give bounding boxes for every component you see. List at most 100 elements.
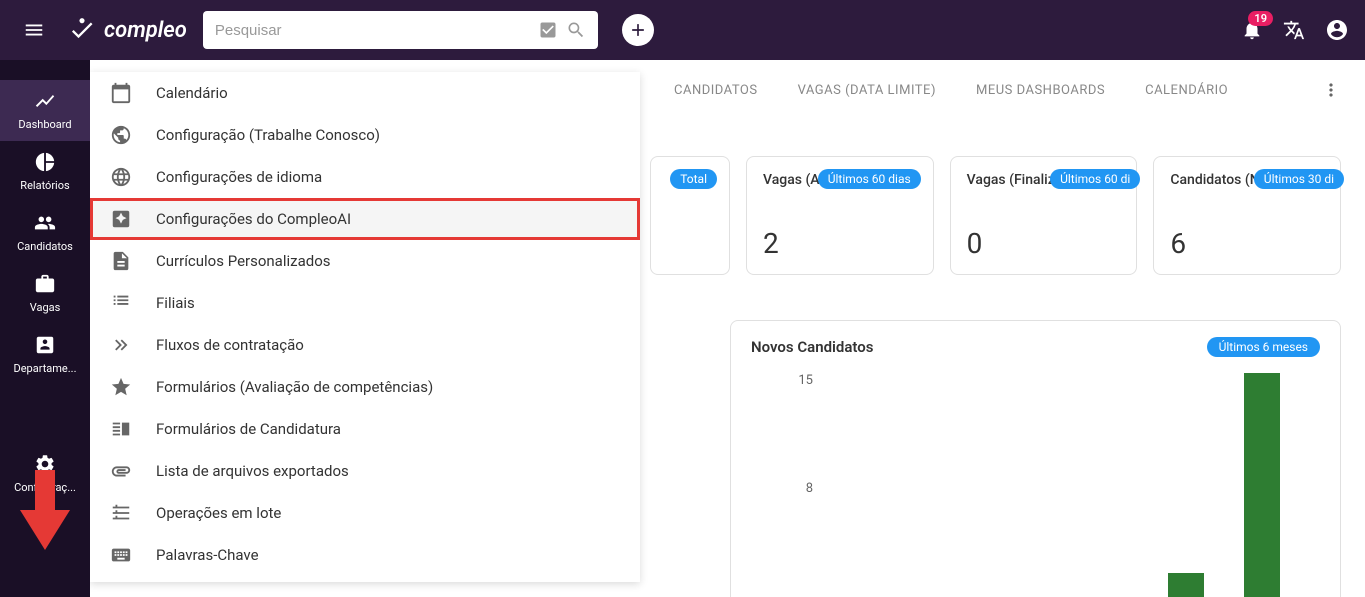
- sidebar-item-label: Departame...: [14, 362, 77, 375]
- menu-item[interactable]: Fluxos de contratação: [90, 324, 640, 366]
- menu-item-label: Filiais: [156, 294, 195, 312]
- checkbox-icon[interactable]: [538, 20, 558, 40]
- menu-item[interactable]: Configuração (Trabalhe Conosco): [90, 114, 640, 156]
- translate-button[interactable]: [1283, 19, 1305, 41]
- chart-badge: Últimos 6 meses: [1207, 337, 1320, 357]
- stat-cards-row: Total Vagas (Aberta) Últimos 60 dias 2 V…: [650, 156, 1341, 275]
- menu-item-label: Configurações de idioma: [156, 168, 322, 186]
- notifications-button[interactable]: 19: [1241, 19, 1263, 41]
- flow-icon: [110, 334, 132, 356]
- sidebar-nav: Dashboard Relatórios Candidatos Vagas De…: [0, 60, 90, 597]
- chart-body: 15 8: [751, 373, 1320, 597]
- menu-item-label: Currículos Personalizados: [156, 252, 331, 270]
- chart-bars: [821, 373, 1320, 597]
- menu-item[interactable]: Lista de arquivos exportados: [90, 450, 640, 492]
- sidebar-item-departments[interactable]: Departame...: [0, 324, 90, 385]
- card-badge: Últimos 60 dias: [818, 169, 921, 189]
- tab-candidates[interactable]: CANDIDATOS: [674, 83, 758, 98]
- menu-item-label: Configuração (Trabalhe Conosco): [156, 126, 380, 144]
- pie-icon: [34, 151, 56, 173]
- menu-item[interactable]: Formulários de Candidatura: [90, 408, 640, 450]
- menu-item[interactable]: Filiais: [90, 282, 640, 324]
- menu-item-label: Formulários de Candidatura: [156, 420, 341, 438]
- chart-header: Novos Candidatos Últimos 6 meses: [751, 337, 1320, 357]
- keyboard-icon: [110, 544, 132, 566]
- tab-calendar[interactable]: CALENDÁRIO: [1145, 83, 1228, 98]
- menu-item[interactable]: Configurações do CompleoAI: [90, 198, 640, 240]
- logo-icon: [68, 16, 96, 44]
- work-icon: [34, 273, 56, 295]
- header-right: 19: [1241, 18, 1349, 42]
- stat-card-new-candidates[interactable]: Candidatos (Novos) Últimos 30 di 6: [1153, 156, 1341, 275]
- y-tick: 8: [806, 481, 813, 496]
- star-icon: [110, 376, 132, 398]
- app-logo: compleo: [68, 16, 187, 44]
- menu-item-label: Formulários (Avaliação de competências): [156, 378, 433, 396]
- language-icon: [110, 166, 132, 188]
- menu-item-label: Fluxos de contratação: [156, 336, 304, 354]
- menu-item-label: Operações em lote: [156, 504, 281, 522]
- tabs-more-button[interactable]: [1321, 80, 1341, 100]
- add-button[interactable]: [622, 14, 654, 46]
- chart-bar: [1244, 373, 1280, 597]
- main-content: Calendário Configuração (Trabalhe Conosco…: [90, 60, 1365, 597]
- stat-card-closed-jobs[interactable]: Vagas (Finalizada) Últimos 60 di 0: [950, 156, 1138, 275]
- menu-toggle-button[interactable]: [16, 12, 52, 48]
- chart-card-new-candidates: Novos Candidatos Últimos 6 meses 15 8: [730, 320, 1341, 597]
- menu-item[interactable]: Calendário: [90, 72, 640, 114]
- sidebar-item-reports[interactable]: Relatórios: [0, 141, 90, 202]
- analytics-icon: [34, 90, 56, 112]
- calendar-icon: [110, 82, 132, 104]
- ai-icon: [110, 208, 132, 230]
- attachment-icon: [110, 460, 132, 482]
- document-icon: [110, 250, 132, 272]
- settings-popup-menu: Calendário Configuração (Trabalhe Conosco…: [90, 72, 640, 582]
- notification-count-badge: 19: [1248, 11, 1273, 26]
- card-badge: Total: [670, 169, 717, 189]
- card-badge: Últimos 30 di: [1254, 169, 1344, 189]
- menu-item[interactable]: Perfis de acesso: [90, 576, 640, 582]
- tab-jobs-deadline[interactable]: VAGAS (DATA LIMITE): [798, 83, 936, 98]
- chart-title: Novos Candidatos: [751, 338, 873, 356]
- sidebar-item-jobs[interactable]: Vagas: [0, 263, 90, 324]
- menu-item-label: Lista de arquivos exportados: [156, 462, 349, 480]
- form-icon: [110, 418, 132, 440]
- more-vert-icon: [1321, 80, 1341, 100]
- card-value: 2: [763, 227, 917, 260]
- red-arrow-annotation: [20, 470, 70, 550]
- stat-card-partial[interactable]: Total: [650, 156, 730, 275]
- chart-bar: [1168, 573, 1204, 597]
- menu-item[interactable]: Configurações de idioma: [90, 156, 640, 198]
- sidebar-item-label: Candidatos: [17, 240, 73, 253]
- card-value: 0: [967, 227, 1121, 260]
- stat-card-open-jobs[interactable]: Vagas (Aberta) Últimos 60 dias 2: [746, 156, 934, 275]
- account-button[interactable]: [1325, 18, 1349, 42]
- contacts-icon: [34, 334, 56, 356]
- logo-text: compleo: [104, 18, 187, 43]
- account-icon: [1325, 18, 1349, 42]
- app-header: compleo 19: [0, 0, 1365, 60]
- search-icon[interactable]: [566, 20, 586, 40]
- people-icon: [34, 212, 56, 234]
- menu-item-label: Configurações do CompleoAI: [156, 210, 351, 228]
- sidebar-item-label: Vagas: [30, 301, 61, 314]
- card-value: 6: [1170, 227, 1324, 260]
- menu-item[interactable]: Palavras-Chave: [90, 534, 640, 576]
- globe-icon: [110, 124, 132, 146]
- dashboard-tabs: CANDIDATOS VAGAS (DATA LIMITE) MEUS DASH…: [650, 60, 1365, 100]
- y-tick: 15: [798, 373, 813, 388]
- sidebar-item-dashboard[interactable]: Dashboard: [0, 80, 90, 141]
- sidebar-item-candidates[interactable]: Candidatos: [0, 202, 90, 263]
- menu-item-label: Palavras-Chave: [156, 546, 259, 564]
- search-input[interactable]: [215, 22, 530, 39]
- menu-item[interactable]: Formulários (Avaliação de competências): [90, 366, 640, 408]
- menu-item[interactable]: Operações em lote: [90, 492, 640, 534]
- menu-item[interactable]: Currículos Personalizados: [90, 240, 640, 282]
- tab-my-dashboards[interactable]: MEUS DASHBOARDS: [976, 83, 1105, 98]
- sidebar-item-label: Relatórios: [20, 179, 69, 192]
- menu-item-label: Calendário: [156, 84, 228, 102]
- list-icon: [110, 292, 132, 314]
- translate-icon: [1283, 19, 1305, 41]
- batch-icon: [110, 502, 132, 524]
- search-container: [203, 11, 598, 49]
